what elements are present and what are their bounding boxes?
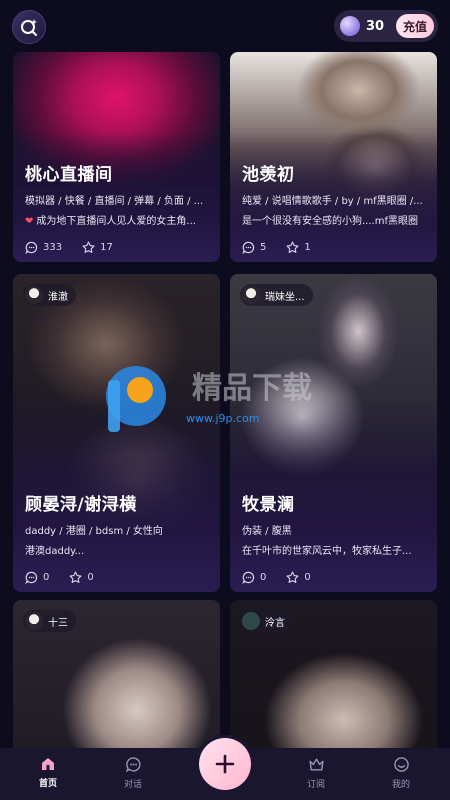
coin-icon: [340, 16, 360, 36]
author-chip[interactable]: 泠言: [240, 610, 293, 632]
author-name: 瑞妹坐...: [265, 291, 305, 303]
author-name: 淮澈: [48, 291, 68, 303]
card-title: 顾晏浔/谢浔横: [25, 495, 137, 515]
star-count[interactable]: 1: [286, 241, 311, 254]
character-card[interactable]: 瑞妹坐... 牧景澜 伪装 / 腹黑 在千叶市的世家风云中，牧家私生子... 0…: [230, 274, 437, 592]
card-description: ❤ 成为地下直播间人见人爱的女主角...: [25, 216, 196, 227]
top-bar: 30 充值: [0, 0, 450, 52]
nav-mine[interactable]: 我的: [371, 748, 431, 800]
comment-count[interactable]: 0: [25, 571, 49, 584]
character-card[interactable]: 桃心直播间 模拟器 / 快餐 / 直播间 / 弹幕 / 负面 / ... ❤ 成为…: [13, 52, 220, 262]
bottom-nav: 首页 对话 订阅 我的: [0, 738, 450, 800]
card-tags: daddy / 港圈 / bdsm / 女性向: [25, 526, 163, 537]
avatar: [25, 612, 43, 630]
card-tags: 模拟器 / 快餐 / 直播间 / 弹幕 / 负面 / ...: [25, 196, 204, 207]
chat-bubble-icon: [25, 241, 38, 254]
card-title: 牧景澜: [242, 495, 295, 515]
create-button[interactable]: [199, 738, 251, 790]
comment-count[interactable]: 333: [25, 241, 62, 254]
avatar: [242, 612, 260, 630]
star-icon: [82, 241, 95, 253]
star-icon: [69, 571, 82, 583]
card-tags: 伪装 / 腹黑: [242, 526, 292, 537]
coin-count: 30: [366, 18, 385, 34]
nav-chat-label: 对话: [123, 780, 142, 790]
search-button[interactable]: [12, 10, 46, 44]
recharge-button[interactable]: 充值: [396, 14, 434, 38]
card-description: 港澳daddy...: [25, 546, 85, 557]
coin-balance: 30 充值: [334, 10, 438, 42]
star-count[interactable]: 0: [69, 571, 94, 584]
star-icon: [286, 571, 299, 583]
nav-home-label: 首页: [38, 779, 57, 789]
nav-subscribe-label: 订阅: [306, 780, 325, 790]
plus-icon: [215, 754, 235, 774]
author-chip[interactable]: 十三: [23, 610, 76, 632]
card-title: 池羡初: [242, 165, 295, 185]
chat-bubble-icon: [25, 571, 38, 584]
avatar: [25, 286, 43, 304]
chat-icon: [125, 757, 141, 773]
home-icon: [42, 758, 54, 770]
author-name: 十三: [48, 617, 68, 629]
character-card[interactable]: 淮澈 顾晏浔/谢浔横 daddy / 港圈 / bdsm / 女性向 港澳dad…: [13, 274, 220, 592]
heart-icon: ❤: [25, 216, 34, 227]
author-name: 泠言: [265, 617, 285, 629]
star-count[interactable]: 0: [286, 571, 311, 584]
smile-icon: [393, 757, 409, 772]
author-chip[interactable]: 瑞妹坐...: [240, 284, 313, 306]
avatar: [242, 286, 260, 304]
comment-count[interactable]: 5: [242, 241, 266, 254]
search-icon: [21, 19, 37, 36]
crown-icon: [308, 758, 324, 771]
nav-chat[interactable]: 对话: [103, 748, 163, 800]
comment-count[interactable]: 0: [242, 571, 266, 584]
nav-home[interactable]: 首页: [18, 748, 78, 800]
card-tags: 纯爱 / 说唱情歌歌手 / by / mf黑眼圈 /...: [242, 196, 423, 207]
nav-mine-label: 我的: [391, 780, 410, 790]
chat-bubble-icon: [242, 241, 255, 254]
character-card[interactable]: 池羡初 纯爱 / 说唱情歌歌手 / by / mf黑眼圈 /... 是一个很没有…: [230, 52, 437, 262]
chat-bubble-icon: [242, 571, 255, 584]
star-count[interactable]: 17: [82, 241, 113, 254]
card-description: 在千叶市的世家风云中，牧家私生子...: [242, 546, 412, 557]
card-description: 是一个很没有安全感的小狗....mf黑眼圈: [242, 216, 418, 227]
card-title: 桃心直播间: [25, 165, 113, 185]
nav-subscribe[interactable]: 订阅: [286, 748, 346, 800]
author-chip[interactable]: 淮澈: [23, 284, 76, 306]
star-icon: [286, 241, 299, 253]
